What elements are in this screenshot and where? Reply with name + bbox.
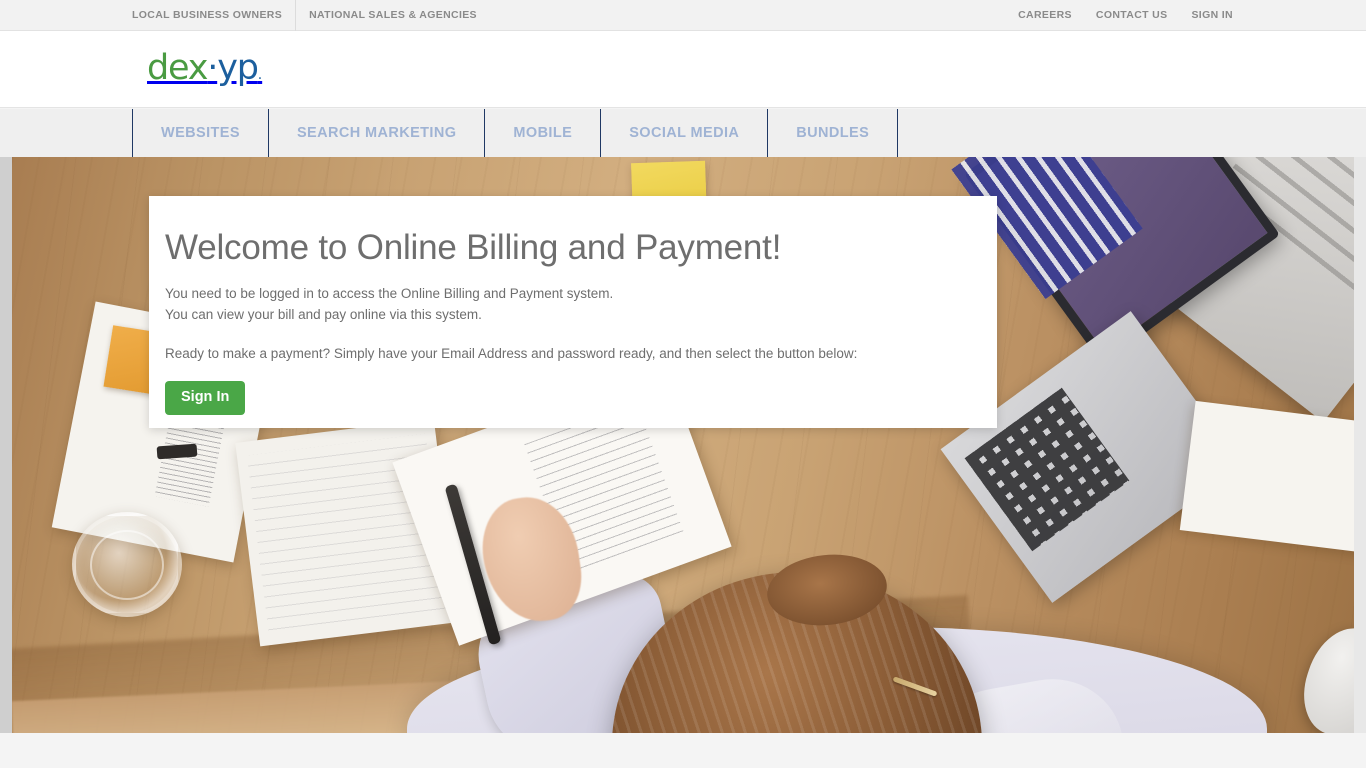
- nav-list: WEBSITES SEARCH MARKETING MOBILE SOCIAL …: [132, 109, 899, 157]
- utility-link-sign-in[interactable]: SIGN IN: [1179, 0, 1233, 31]
- logo-text-dot: ·: [207, 48, 218, 88]
- paper-sheet-right: [1179, 400, 1354, 554]
- logo-text-dex: dex: [147, 48, 208, 88]
- logo-text-yp: yp: [217, 48, 259, 88]
- welcome-line-1: You need to be logged in to access the O…: [165, 286, 614, 301]
- logo-text-trademark: .: [257, 67, 263, 83]
- dexyp-logo[interactable]: dex·yp.: [147, 45, 262, 98]
- nav-item-mobile[interactable]: MOBILE: [484, 109, 600, 157]
- utility-link-national-sales-agencies[interactable]: NATIONAL SALES & AGENCIES: [296, 0, 490, 31]
- welcome-line-2: You can view your bill and pay online vi…: [165, 306, 482, 322]
- water-glass-rim: [90, 530, 164, 600]
- hero-right-gutter: [1354, 157, 1366, 733]
- welcome-line-3: Ready to make a payment? Simply have you…: [165, 346, 858, 361]
- nav-item-bundles[interactable]: BUNDLES: [767, 109, 899, 157]
- page-title: Welcome to Online Billing and Payment!: [165, 228, 782, 267]
- nav-item-websites[interactable]: WEBSITES: [132, 109, 268, 157]
- utility-link-contact-us[interactable]: CONTACT US: [1084, 0, 1180, 31]
- utility-top-bar: LOCAL BUSINESS OWNERS NATIONAL SALES & A…: [0, 0, 1366, 31]
- logo-header: dex·yp.: [0, 31, 1366, 108]
- utility-right-links: CAREERS CONTACT US SIGN IN: [1006, 0, 1233, 31]
- main-navigation: WEBSITES SEARCH MARKETING MOBILE SOCIAL …: [0, 109, 1366, 157]
- nav-item-search-marketing[interactable]: SEARCH MARKETING: [267, 109, 484, 157]
- footer-strip: [0, 733, 1366, 768]
- nav-item-social-media[interactable]: SOCIAL MEDIA: [600, 109, 767, 157]
- utility-left-links: LOCAL BUSINESS OWNERS NATIONAL SALES & A…: [132, 0, 490, 31]
- nav-left-spacer: [0, 109, 132, 157]
- small-dark-object: [156, 443, 198, 460]
- utility-link-local-business-owners[interactable]: LOCAL BUSINESS OWNERS: [132, 0, 295, 31]
- hero-left-gutter: [0, 157, 12, 733]
- utility-link-careers[interactable]: CAREERS: [1006, 0, 1084, 31]
- sign-in-button[interactable]: Sign In: [165, 380, 246, 415]
- page-root: LOCAL BUSINESS OWNERS NATIONAL SALES & A…: [0, 0, 1366, 768]
- welcome-card: Welcome to Online Billing and Payment! Y…: [149, 196, 997, 428]
